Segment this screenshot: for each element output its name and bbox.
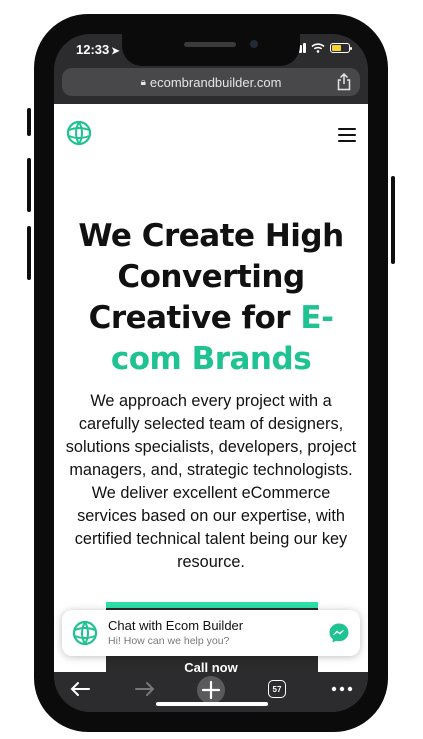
- more-dots-icon: [331, 686, 353, 692]
- back-arrow-icon: [70, 682, 90, 696]
- hamburger-menu-button[interactable]: [338, 128, 356, 142]
- tab-count: 57: [268, 680, 286, 698]
- ecom-builder-logo[interactable]: [66, 120, 92, 146]
- messenger-icon[interactable]: [328, 622, 350, 644]
- tab-switcher-button[interactable]: 57: [263, 678, 291, 700]
- battery-icon: [330, 43, 352, 53]
- hero-title: We Create High Converting Creative for E…: [78, 218, 344, 377]
- volume-up-button: [27, 158, 31, 212]
- chat-title: Chat with Ecom Builder: [108, 618, 244, 633]
- status-time: 12:33 ➤: [76, 42, 120, 57]
- back-button[interactable]: [66, 678, 94, 700]
- front-camera: [250, 40, 258, 48]
- notch: [122, 34, 300, 66]
- home-indicator: [156, 702, 268, 706]
- location-arrow-icon: ➤: [111, 46, 120, 57]
- volume-down-button: [27, 226, 31, 280]
- chat-widget[interactable]: Chat with Ecom Builder Hi! How can we he…: [62, 610, 360, 656]
- forward-button[interactable]: [131, 678, 159, 700]
- speaker-grille: [184, 42, 236, 47]
- browser-toolbar: 57: [54, 672, 368, 712]
- share-icon[interactable]: [336, 73, 352, 91]
- plus-icon: [197, 676, 225, 704]
- chat-subtitle: Hi! How can we help you?: [108, 635, 230, 647]
- phone-frame: 12:33 ➤ 🔒︎ ecombrandbuilder.com We Creat…: [34, 14, 388, 732]
- wifi-icon: [311, 43, 325, 53]
- hero-paragraph: We approach every project with a careful…: [65, 392, 357, 571]
- forward-arrow-icon: [135, 682, 155, 696]
- silent-switch: [27, 108, 31, 136]
- phone-screen: 12:33 ➤ 🔒︎ ecombrandbuilder.com We Creat…: [54, 34, 368, 712]
- chat-avatar-icon: [72, 620, 98, 646]
- address-bar[interactable]: 🔒︎ ecombrandbuilder.com: [62, 68, 360, 96]
- power-button: [391, 176, 395, 264]
- lock-icon: 🔒︎: [140, 76, 146, 88]
- more-menu-button[interactable]: [328, 678, 356, 700]
- call-now-label: Call now: [184, 660, 238, 672]
- url-text: ecombrandbuilder.com: [149, 74, 282, 90]
- new-tab-button[interactable]: [196, 675, 226, 705]
- web-page: We Create High Converting Creative for E…: [54, 104, 368, 672]
